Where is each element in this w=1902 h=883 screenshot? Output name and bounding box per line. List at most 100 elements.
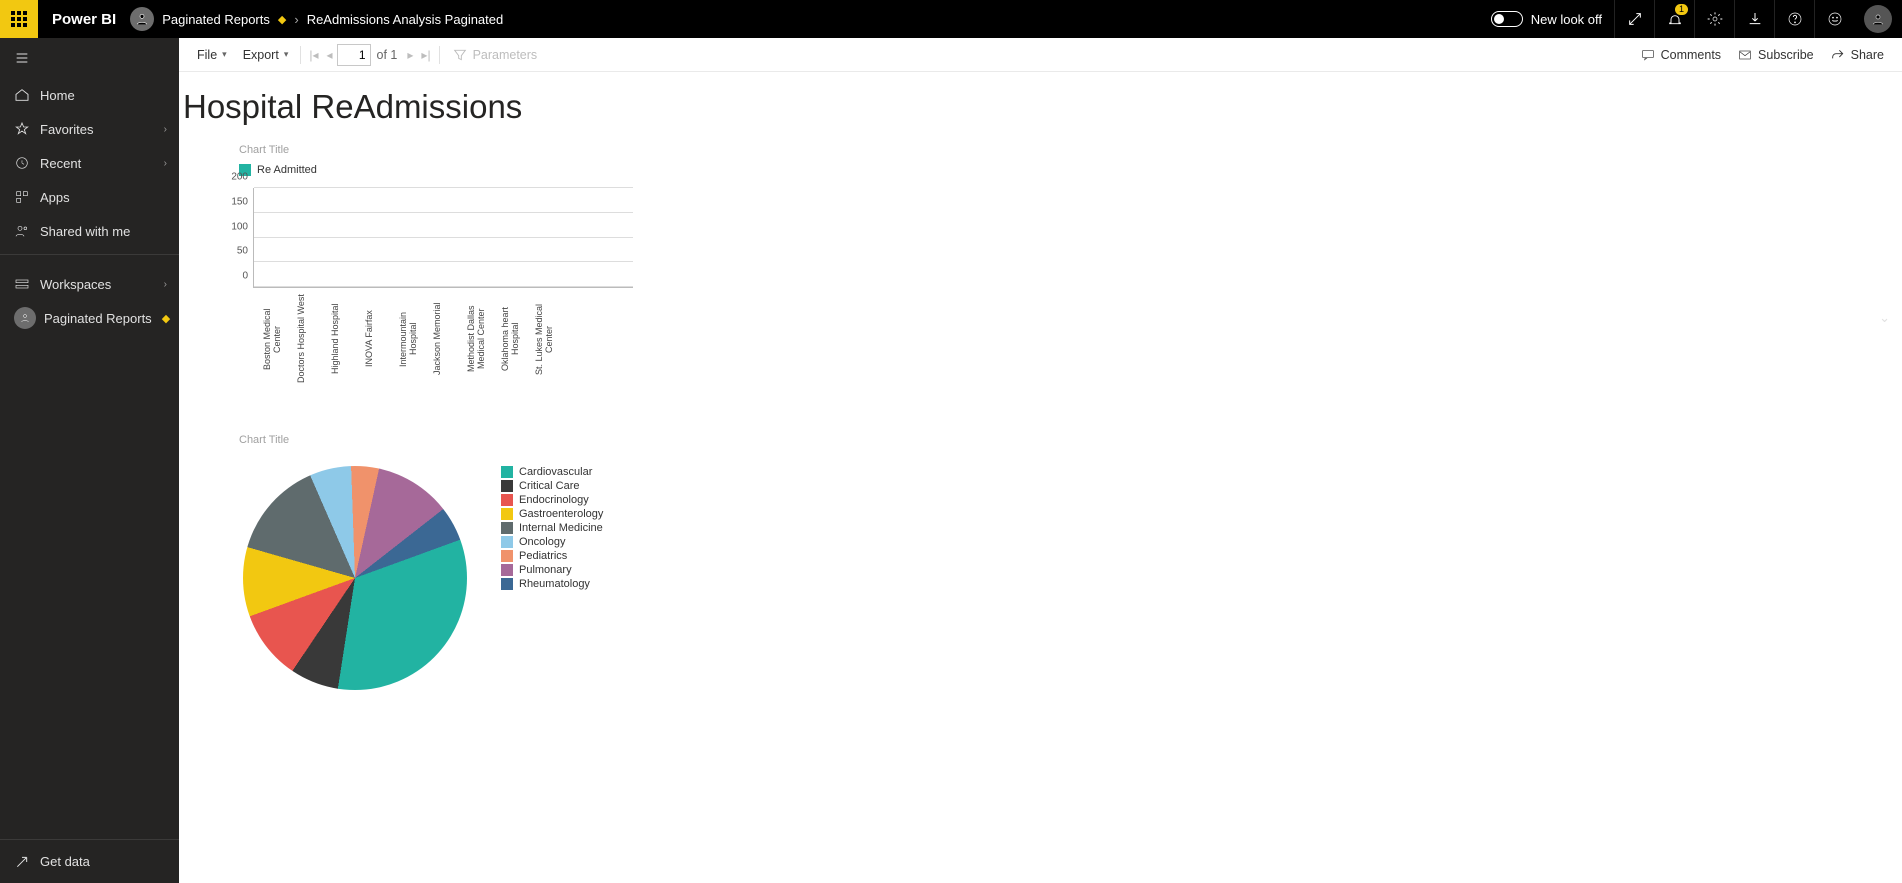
report-title: Hospital ReAdmissions: [183, 88, 1882, 126]
breadcrumb-workspace[interactable]: Paginated Reports: [162, 12, 270, 27]
legend-label: Gastroenterology: [519, 508, 603, 520]
pie-legend-item: Pulmonary: [501, 564, 603, 576]
pie-legend-item: Gastroenterology: [501, 508, 603, 520]
last-page-button[interactable]: ▸|: [417, 48, 434, 62]
pie-legend-item: Critical Care: [501, 480, 603, 492]
bar-chart-legend: Re Admitted: [239, 164, 1882, 176]
comment-icon: [1640, 47, 1656, 63]
get-data-label: Get data: [40, 854, 90, 869]
legend-label: Cardiovascular: [519, 466, 592, 478]
settings-button[interactable]: [1694, 0, 1734, 38]
breadcrumb: Paginated Reports ◆ › ReAdmissions Analy…: [162, 12, 503, 27]
toolbar-divider: [439, 46, 440, 64]
first-page-button[interactable]: |◂: [305, 48, 322, 62]
nav-favorites[interactable]: Favorites ›: [0, 112, 179, 146]
legend-label: Rheumatology: [519, 578, 590, 590]
main-content: File ▾ Export ▾ |◂ ◂ of 1 ▸ ▸| Parameter…: [179, 38, 1902, 883]
toolbar-divider: [300, 46, 301, 64]
nav-shared-label: Shared with me: [40, 224, 130, 239]
nav-current-workspace[interactable]: Paginated Reports ◆ ⌄: [0, 301, 179, 335]
premium-diamond-icon: ◆: [278, 13, 286, 26]
workspace-avatar-small: [14, 307, 36, 329]
pie-legend-item: Pediatrics: [501, 550, 603, 562]
y-tick-label: 150: [231, 196, 254, 207]
page-number-input[interactable]: [337, 44, 371, 66]
next-page-button[interactable]: ▸: [403, 48, 417, 62]
chevron-right-icon: ›: [164, 124, 167, 135]
get-data-button[interactable]: Get data: [0, 839, 179, 883]
get-data-icon: [14, 854, 30, 870]
hamburger-icon: [14, 50, 30, 66]
pie-legend: Cardiovascular Critical Care Endocrinology…: [501, 466, 603, 592]
download-button[interactable]: [1734, 0, 1774, 38]
star-icon: [14, 121, 30, 137]
share-icon: [1830, 47, 1846, 63]
pie-legend-item: Endocrinology: [501, 494, 603, 506]
product-brand: Power BI: [38, 11, 130, 28]
subscribe-button[interactable]: Subscribe: [1729, 38, 1822, 71]
nav-recent-label: Recent: [40, 156, 81, 171]
prev-page-button[interactable]: ◂: [323, 48, 337, 62]
chevron-right-icon: ›: [294, 12, 298, 27]
export-menu[interactable]: Export ▾: [235, 38, 297, 71]
filter-icon: [452, 47, 468, 63]
nav-home[interactable]: Home: [0, 78, 179, 112]
legend-swatch: [501, 508, 513, 520]
notifications-button[interactable]: 1: [1654, 0, 1694, 38]
breadcrumb-report[interactable]: ReAdmissions Analysis Paginated: [307, 12, 504, 27]
home-icon: [14, 87, 30, 103]
bar-plot-area: 050100150200: [253, 188, 633, 288]
workspace-icon: [134, 11, 150, 27]
waffle-icon: [11, 11, 27, 27]
share-button[interactable]: Share: [1822, 38, 1892, 71]
pie-legend-item: Oncology: [501, 536, 603, 548]
clock-icon: [14, 155, 30, 171]
comments-button[interactable]: Comments: [1632, 38, 1729, 71]
legend-label: Internal Medicine: [519, 522, 603, 534]
x-tick-label: Methodist Dallas Medical Center: [467, 294, 491, 384]
nav-apps-label: Apps: [40, 190, 70, 205]
app-launcher-button[interactable]: [0, 0, 38, 38]
new-look-label: New look off: [1531, 12, 1614, 27]
pie-chart: Cardiovascular Critical Care Endocrinology…: [243, 466, 1882, 690]
gear-icon: [1707, 11, 1723, 27]
x-tick-label: Jackson Memorial: [433, 294, 457, 384]
navigation-sidebar: Home Favorites › Recent › Apps Shared wi…: [0, 38, 179, 883]
new-look-toggle[interactable]: [1491, 11, 1523, 27]
pie-chart-title: Chart Title: [239, 434, 1882, 446]
x-tick-label: Boston Medical Center: [263, 294, 287, 384]
account-avatar[interactable]: [1864, 5, 1892, 33]
pie-legend-item: Cardiovascular: [501, 466, 603, 478]
report-toolbar: File ▾ Export ▾ |◂ ◂ of 1 ▸ ▸| Parameter…: [179, 38, 1902, 72]
nav-recent[interactable]: Recent ›: [0, 146, 179, 180]
nav-current-workspace-label: Paginated Reports: [44, 311, 152, 326]
nav-workspaces-label: Workspaces: [40, 277, 111, 292]
help-icon: [1787, 11, 1803, 27]
parameters-button[interactable]: Parameters: [444, 38, 546, 71]
nav-divider: [0, 254, 179, 255]
nav-apps[interactable]: Apps: [0, 180, 179, 214]
fullscreen-button[interactable]: [1614, 0, 1654, 38]
file-menu[interactable]: File ▾: [189, 38, 235, 71]
nav-workspaces[interactable]: Workspaces ›: [0, 267, 179, 301]
legend-swatch: [501, 480, 513, 492]
legend-label: Pediatrics: [519, 550, 567, 562]
x-tick-label: Oklahoma heart Hospital: [501, 294, 525, 384]
bar-chart-title: Chart Title: [239, 144, 1882, 156]
bar-chart: 050100150200 Boston Medical CenterDoctor…: [219, 188, 1882, 384]
legend-swatch: [501, 494, 513, 506]
share-label: Share: [1851, 48, 1884, 62]
y-tick-label: 200: [231, 172, 254, 183]
nav-collapse-button[interactable]: [0, 38, 179, 78]
legend-label: Pulmonary: [519, 564, 572, 576]
help-button[interactable]: [1774, 0, 1814, 38]
report-canvas: Hospital ReAdmissions Chart Title Re Adm…: [179, 72, 1902, 730]
legend-label: Oncology: [519, 536, 565, 548]
chevron-down-icon: ▾: [222, 49, 227, 60]
nav-home-label: Home: [40, 88, 75, 103]
comments-label: Comments: [1661, 48, 1721, 62]
pie-plot: [243, 466, 467, 690]
feedback-button[interactable]: [1814, 0, 1854, 38]
nav-shared[interactable]: Shared with me: [0, 214, 179, 248]
workspace-icon: [19, 312, 31, 324]
